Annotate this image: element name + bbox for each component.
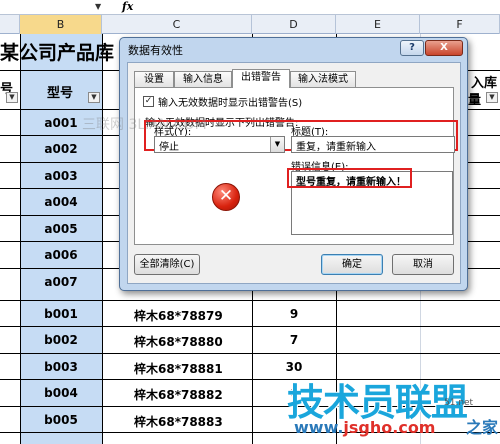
model-cell[interactable]: b004 bbox=[20, 386, 102, 400]
product-name-cell[interactable]: 梓木68*78880 bbox=[134, 333, 223, 350]
formula-bar: ▼ fx bbox=[0, 0, 500, 15]
column-header-d[interactable]: D bbox=[252, 15, 336, 34]
style-select[interactable]: 停止 ▼ bbox=[154, 136, 285, 153]
table-row[interactable]: b001 梓木68*78879 9 bbox=[0, 300, 500, 326]
model-cell[interactable]: a006 bbox=[20, 248, 102, 262]
product-name-cell[interactable]: 梓木68*78883 bbox=[134, 413, 223, 430]
quantity-cell[interactable]: 9 bbox=[252, 307, 336, 321]
filter-dropdown-icon[interactable]: ▼ bbox=[486, 92, 498, 103]
model-cell[interactable]: b005 bbox=[20, 413, 102, 427]
watermark-url-main: jsgho.com bbox=[343, 418, 436, 437]
data-validation-dialog: 数据有效性 ? X 设置 输入信息 出错警告 输入法模式 ✓ 输入无效数据时显示… bbox=[119, 37, 468, 291]
watermark-url-prefix: www. bbox=[294, 418, 344, 437]
sheet-title: 某公司产品库 bbox=[0, 42, 115, 64]
filter-dropdown-icon[interactable]: ▼ bbox=[88, 92, 100, 103]
tab-input-message[interactable]: 输入信息 bbox=[174, 71, 232, 87]
model-cell[interactable]: b002 bbox=[20, 333, 102, 347]
model-cell[interactable]: b003 bbox=[20, 360, 102, 374]
table-row[interactable]: b002 梓木68*78880 7 bbox=[0, 326, 500, 352]
product-name-cell[interactable]: 梓木68*78879 bbox=[134, 307, 223, 324]
dialog-body: 设置 输入信息 出错警告 输入法模式 ✓ 输入无效数据时显示出错警告(S) 输入… bbox=[127, 62, 461, 284]
model-cell[interactable]: a007 bbox=[20, 275, 102, 289]
ok-button[interactable]: 确定 bbox=[321, 254, 383, 275]
header-model: 型号 bbox=[47, 86, 74, 101]
style-select-value: 停止 bbox=[159, 142, 179, 153]
tab-error-alert[interactable]: 出错警告 bbox=[232, 69, 290, 88]
fx-icon[interactable]: fx bbox=[122, 0, 133, 13]
chevron-down-icon[interactable]: ▼ bbox=[270, 137, 284, 152]
product-name-cell[interactable]: 梓木68*78881 bbox=[134, 360, 223, 377]
highlight-error-message bbox=[287, 168, 412, 188]
column-header-c[interactable]: C bbox=[102, 15, 252, 34]
error-alert-panel: ✓ 输入无效数据时显示出错警告(S) 输入无效数据时显示下列出错警告: 样式(Y… bbox=[134, 87, 458, 245]
clear-all-button[interactable]: 全部清除(C) bbox=[134, 254, 200, 275]
filter-dropdown-icon[interactable]: ▼ bbox=[6, 92, 18, 103]
model-cell[interactable]: a005 bbox=[20, 222, 102, 236]
dialog-title: 数据有效性 bbox=[128, 44, 183, 57]
header-stock-in-line2: 量 bbox=[468, 93, 482, 108]
name-box-dropdown-icon[interactable]: ▼ bbox=[95, 2, 101, 11]
show-alert-label[interactable]: 输入无效数据时显示出错警告(S) bbox=[158, 94, 302, 109]
tab-ime-mode[interactable]: 输入法模式 bbox=[290, 71, 356, 87]
watermark-faint: 三联网 3LIAN.COM bbox=[82, 117, 207, 133]
column-header-b[interactable]: B bbox=[20, 15, 102, 34]
tab-settings[interactable]: 设置 bbox=[134, 71, 174, 87]
model-cell[interactable]: a003 bbox=[20, 169, 102, 183]
watermark-small: 51.net bbox=[444, 398, 474, 408]
close-button[interactable]: X bbox=[425, 40, 463, 56]
model-cell[interactable]: a004 bbox=[20, 195, 102, 209]
quantity-cell[interactable]: 7 bbox=[252, 333, 336, 347]
model-cell[interactable]: a002 bbox=[20, 142, 102, 156]
column-headers: B C D E F bbox=[0, 15, 500, 34]
product-name-cell[interactable]: 梓木68*78882 bbox=[134, 386, 223, 403]
title-input[interactable]: 重复，请重新输入 bbox=[291, 136, 455, 153]
watermark-url: www.jsgho.com bbox=[294, 418, 435, 437]
row-header-corner[interactable] bbox=[0, 15, 20, 34]
show-alert-checkbox[interactable]: ✓ bbox=[143, 96, 154, 107]
cancel-button[interactable]: 取消 bbox=[392, 254, 454, 275]
column-header-f[interactable]: F bbox=[420, 15, 500, 34]
watermark-suffix: 之家 bbox=[466, 418, 499, 437]
model-cell[interactable]: b001 bbox=[20, 307, 102, 321]
help-button[interactable]: ? bbox=[400, 40, 424, 56]
column-header-e[interactable]: E bbox=[336, 15, 420, 34]
stop-error-icon: ✕ bbox=[212, 183, 240, 211]
